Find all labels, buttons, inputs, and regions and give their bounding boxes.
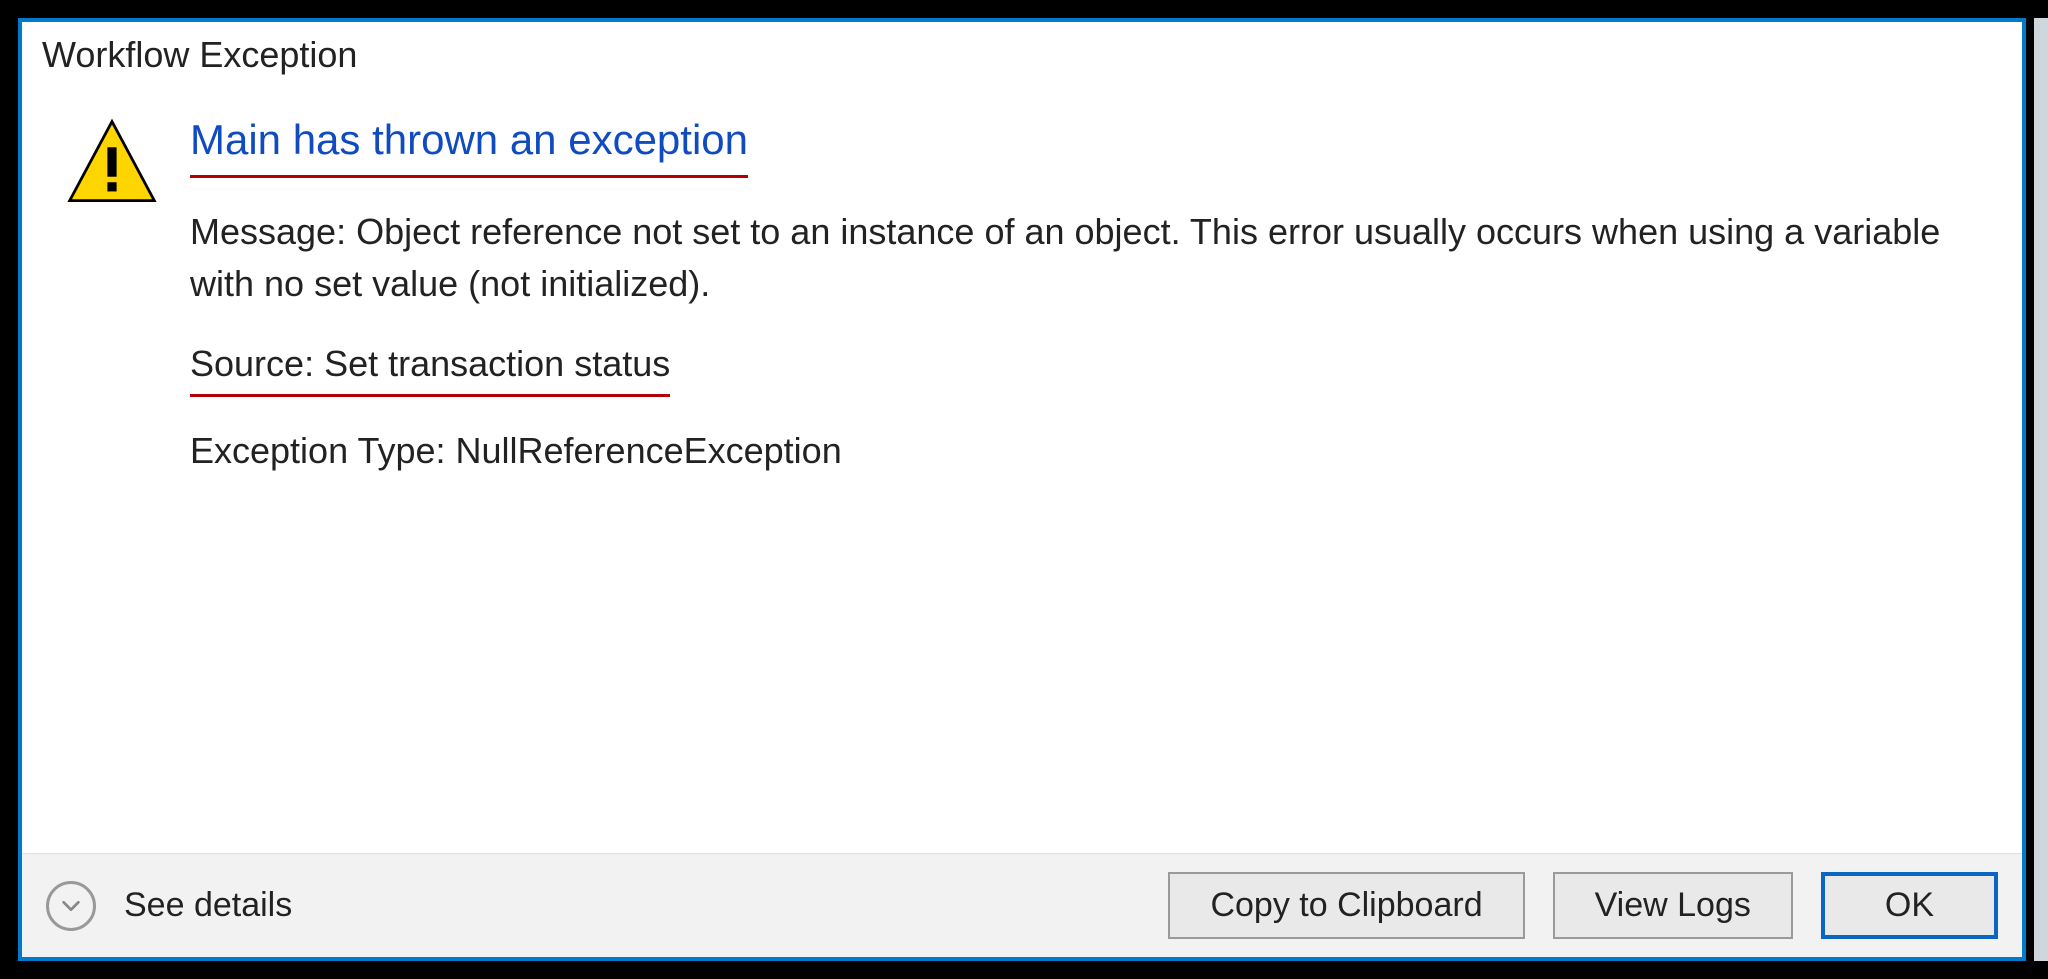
dialog-body: Main has thrown an exception Message: Ob… [22, 80, 2022, 853]
exception-type: Exception Type: NullReferenceException [190, 425, 1992, 477]
copy-to-clipboard-button[interactable]: Copy to Clipboard [1168, 872, 1524, 939]
dialog-text: Main has thrown an exception Message: Ob… [172, 110, 1992, 843]
dialog-footer: See details Copy to Clipboard View Logs … [22, 853, 2022, 957]
see-details-toggle[interactable]: See details [46, 881, 292, 931]
exception-headline: Main has thrown an exception [190, 110, 748, 178]
exception-message: Message: Object reference not set to an … [190, 206, 1992, 310]
exception-source: Source: Set transaction status [190, 338, 670, 397]
view-logs-button[interactable]: View Logs [1553, 872, 1793, 939]
chevron-down-icon [46, 881, 96, 931]
dialog-title: Workflow Exception [22, 22, 2022, 80]
ok-button[interactable]: OK [1821, 872, 1998, 939]
workflow-exception-dialog: Workflow Exception Main has thrown an ex… [18, 18, 2026, 961]
warning-icon [52, 110, 172, 843]
see-details-label: See details [124, 886, 292, 925]
window-edge [2034, 18, 2048, 961]
